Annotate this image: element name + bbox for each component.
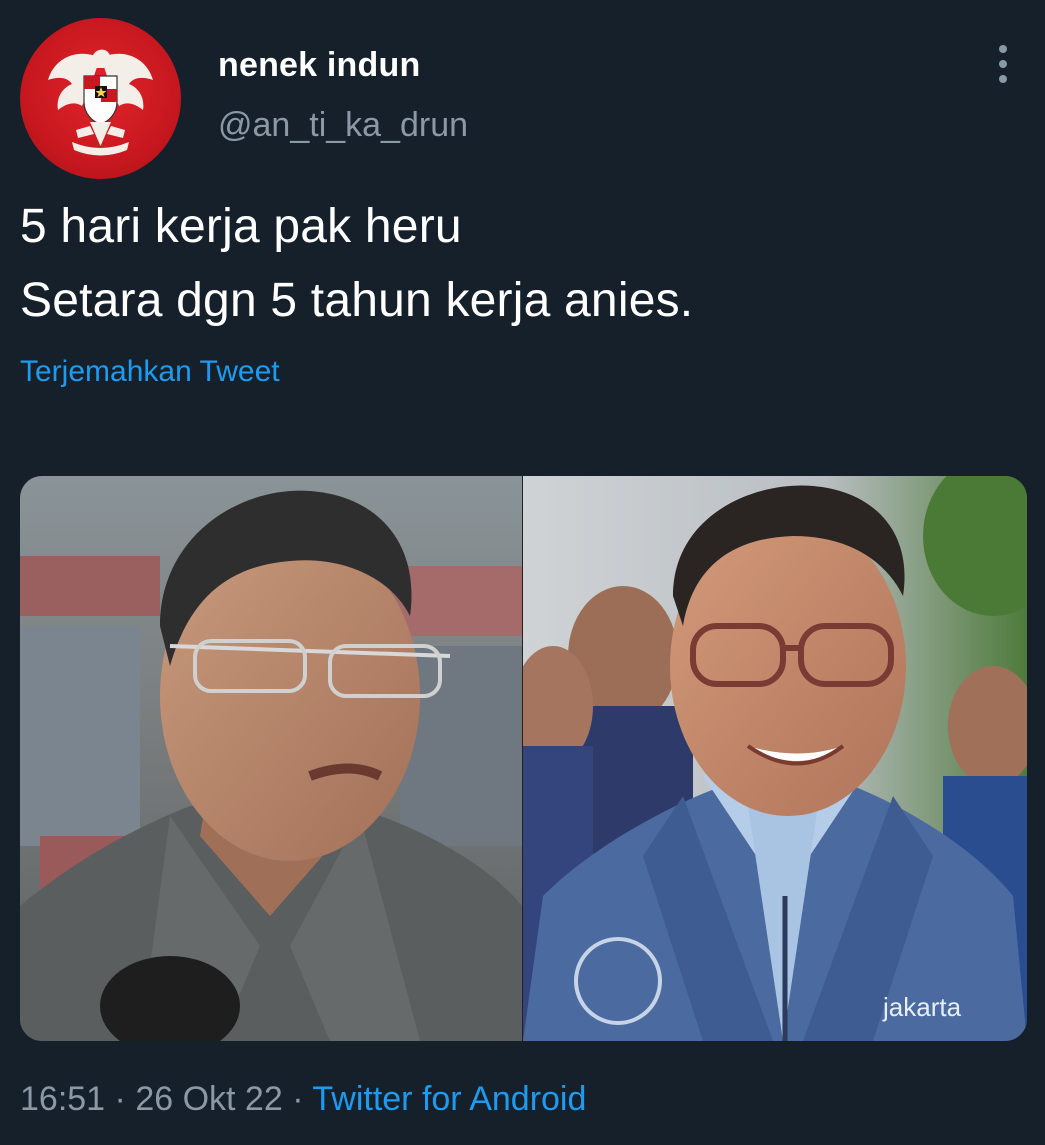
meta-separator: · — [114, 1080, 126, 1118]
media-photo-left[interactable] — [20, 476, 522, 1041]
jacket-text: jakarta — [882, 992, 962, 1022]
tweet-text: 5 hari kerja pak heru Setara dgn 5 tahun… — [20, 190, 1010, 338]
photo-man-glasses-blue-jacket: jakarta — [523, 476, 1027, 1041]
more-vertical-icon — [999, 45, 1007, 83]
garuda-pancasila-emblem-icon — [48, 49, 153, 156]
display-name[interactable]: nenek indun — [218, 46, 420, 85]
tweet-media[interactable]: jakarta — [20, 476, 1027, 1041]
media-photo-right[interactable]: jakarta — [523, 476, 1027, 1041]
more-options-button[interactable] — [985, 40, 1021, 88]
translate-tweet-link[interactable]: Terjemahkan Tweet — [20, 355, 280, 389]
tweet-text-line: Setara dgn 5 tahun kerja anies. — [20, 274, 694, 327]
user-handle[interactable]: @an_ti_ka_drun — [218, 106, 468, 145]
tweet-card: nenek indun @an_ti_ka_drun 5 hari kerja … — [0, 0, 1045, 1145]
tweet-text-line: 5 hari kerja pak heru — [20, 200, 462, 253]
meta-separator: · — [292, 1080, 304, 1118]
tweet-date[interactable]: 26 Okt 22 — [135, 1080, 282, 1118]
photo-man-glasses-grey-shirt — [20, 476, 522, 1041]
tweet-time[interactable]: 16:51 — [20, 1080, 105, 1118]
avatar[interactable] — [20, 18, 181, 179]
tweet-meta: 16:51 · 26 Okt 22 · Twitter for Android — [20, 1080, 586, 1119]
tweet-source-link[interactable]: Twitter for Android — [312, 1080, 586, 1118]
